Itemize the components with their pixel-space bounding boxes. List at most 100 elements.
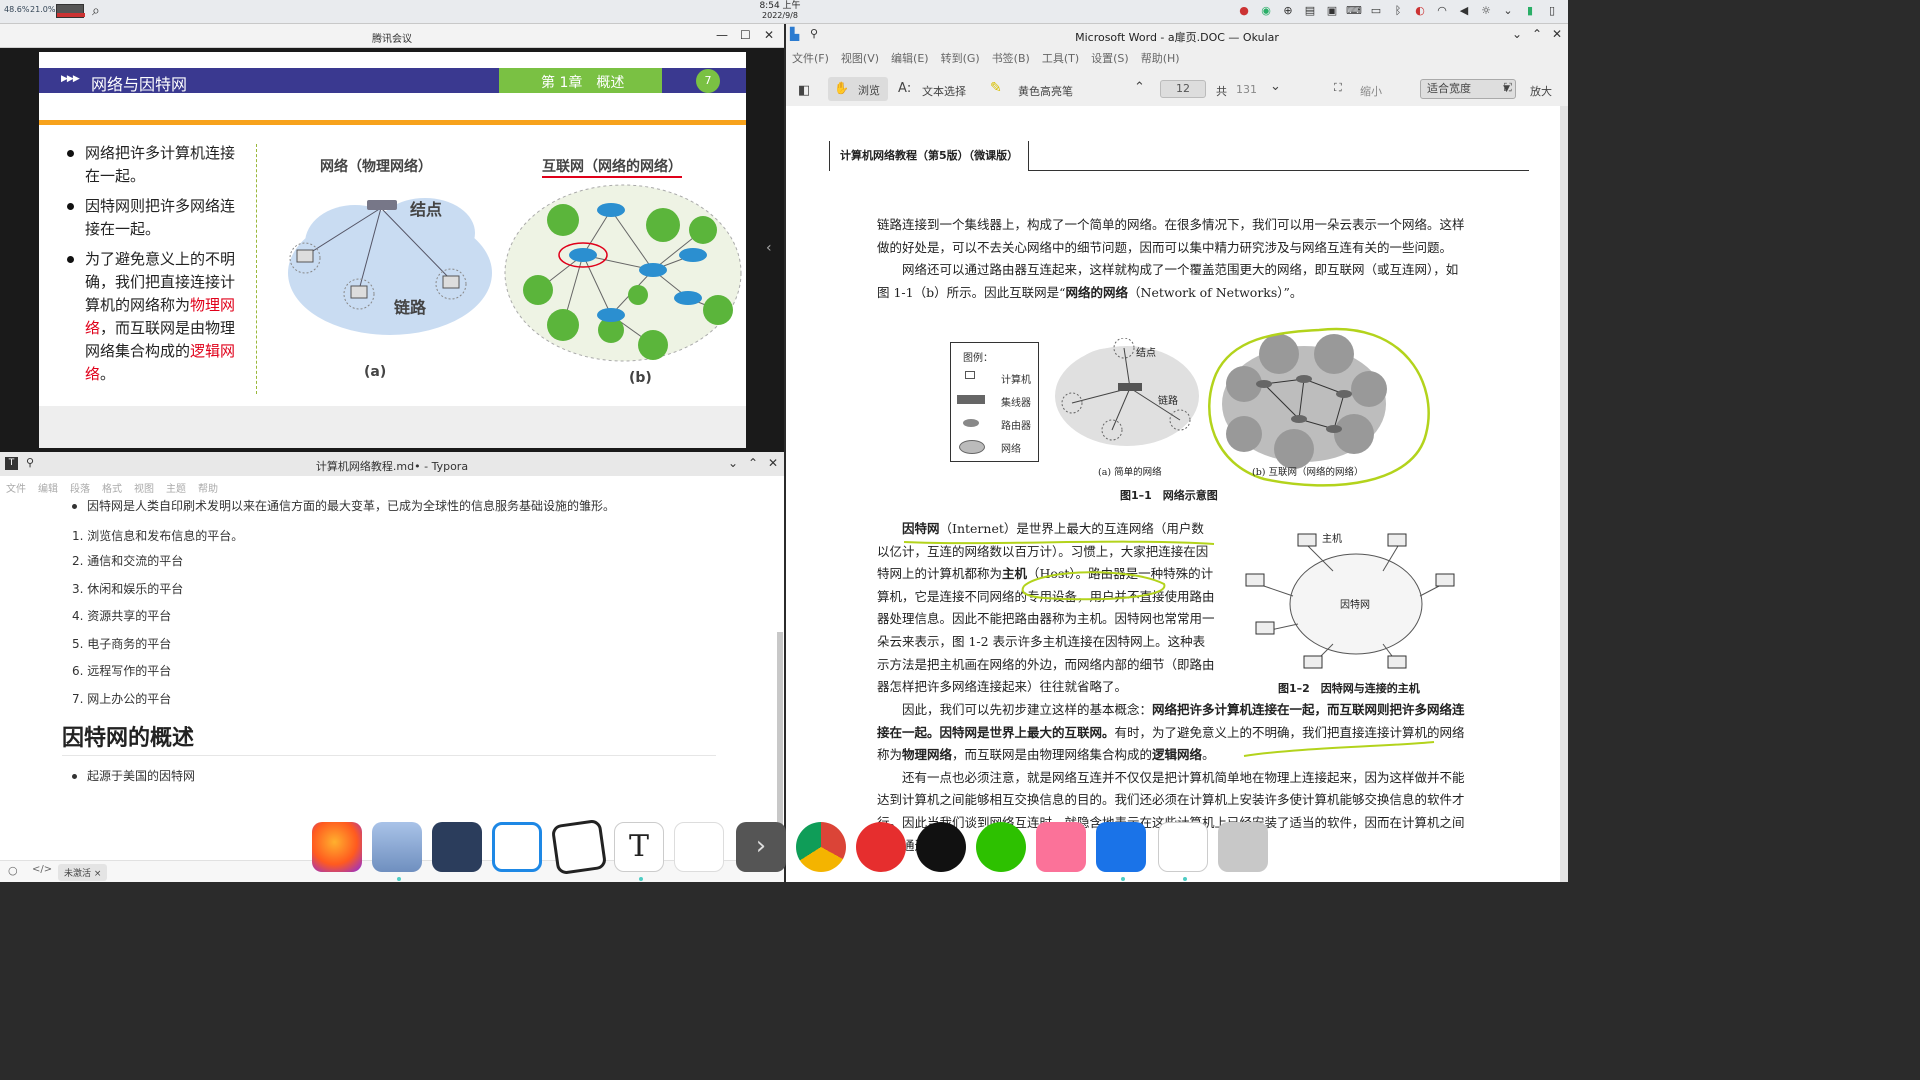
menu-file[interactable]: 文件(F) <box>792 50 829 66</box>
highlighter-icon[interactable]: ✎ <box>990 80 1002 96</box>
zoom-out-button[interactable]: 缩小 <box>1360 83 1382 99</box>
text-select-icon[interactable]: A꞉ <box>898 81 911 96</box>
typora-icon[interactable]: T <box>614 822 664 872</box>
maximize-icon[interactable]: ☐ <box>740 28 751 42</box>
system-monitor-graph <box>56 4 85 18</box>
zoom-in-button[interactable]: 放大 <box>1530 83 1552 99</box>
paragraph: 链路连接到一个集线器上，构成了一个简单的网络。在很多情况下，我们可以用一朵云表示… <box>877 217 1465 255</box>
chevron-up-icon[interactable]: ⌃ <box>1532 27 1542 41</box>
menu-help[interactable]: 帮助(H) <box>1141 50 1180 66</box>
menu-settings[interactable]: 设置(S) <box>1091 50 1129 66</box>
minimize-icon[interactable]: — <box>716 28 728 42</box>
notes-tray-icon[interactable]: ▣ <box>1324 2 1340 18</box>
zoom-select[interactable]: 适合宽度 ▼ <box>1420 79 1516 99</box>
files-icon[interactable] <box>372 822 422 872</box>
slide-bullets: 网络把许多计算机连接在一起。 因特网则把许多网络连接在一起。 为了避免意义上的不… <box>65 142 240 393</box>
trash-icon[interactable] <box>1218 822 1268 872</box>
bilibili-icon[interactable] <box>1036 822 1086 872</box>
tencent-meeting-icon[interactable] <box>1096 822 1146 872</box>
more-icon[interactable]: › <box>736 822 786 872</box>
slide-chapter: 第 1章 概述 <box>499 68 662 93</box>
status-badge[interactable]: 未激活 × <box>58 864 108 881</box>
clipboard-icon[interactable]: ▤ <box>1302 2 1318 18</box>
mic-icon[interactable]: ◐ <box>1412 2 1428 18</box>
section-heading: 因特网的概述 <box>62 720 716 756</box>
menu-edit[interactable]: 编辑 <box>38 480 58 495</box>
running-indicator <box>1183 877 1187 881</box>
app-tray-icon[interactable]: ● <box>1236 2 1252 18</box>
page-number-input[interactable]: 12 <box>1160 80 1206 98</box>
top-panel: 48.6% 21.0% ⌕ 8:54 上午 2022/9/8 ● ◉ ⊕ ▤ ▣… <box>0 0 1568 24</box>
fig-a-node-label: 结点 <box>410 200 443 219</box>
notes-icon[interactable] <box>550 818 608 876</box>
menu-bookmarks[interactable]: 书签(B) <box>992 50 1030 66</box>
menu-go[interactable]: 转到(G) <box>941 50 980 66</box>
chevron-down-icon[interactable]: ⌄ <box>1270 79 1281 94</box>
okular-scrollbar[interactable] <box>1560 106 1568 882</box>
clock[interactable]: 8:54 上午 2022/9/8 <box>740 1 820 21</box>
fit-width-icon[interactable]: ⛶ <box>1504 81 1512 95</box>
close-icon[interactable]: ✕ <box>1552 27 1562 41</box>
list-item: 2. 通信和交流的平台 <box>72 554 184 568</box>
typora-editor[interactable]: 因特网是人类自印刷术发明以来在通信方面的最大变革，已成为全球性的信息服务基础设施… <box>62 496 762 794</box>
netease-music-icon[interactable] <box>856 822 906 872</box>
menu-paragraph[interactable]: 段落 <box>70 480 90 495</box>
menu-view[interactable]: 视图(V) <box>841 50 879 66</box>
okular-title: Microsoft Word - a扉页.DOC — Okular <box>1075 31 1279 44</box>
chrome-icon[interactable] <box>796 822 846 872</box>
keyboard-icon[interactable]: ⌨ <box>1346 2 1362 18</box>
slide-title: 网络与因特网 <box>91 75 188 94</box>
chevron-up-icon[interactable]: ⌃ <box>1134 80 1145 95</box>
close-icon[interactable]: ✕ <box>764 28 774 42</box>
browse-tool-button[interactable]: ✋ 浏览 <box>828 77 888 101</box>
menu-tools[interactable]: 工具(T) <box>1042 50 1079 66</box>
fit-page-icon[interactable]: ⛶ <box>1334 81 1342 95</box>
book-header: 计算机网络教程（第5版）（微课版） <box>829 141 1529 171</box>
firefox-icon[interactable] <box>312 822 362 872</box>
wechat-tray-icon[interactable]: ◉ <box>1258 2 1274 18</box>
list-text: 通信和交流的平台 <box>87 554 184 568</box>
text-select-button[interactable]: 文本选择 <box>922 83 966 99</box>
chevron-down-icon[interactable]: ⌄ <box>1512 27 1522 41</box>
wifi-icon[interactable]: ◠ <box>1434 2 1450 18</box>
menu-edit[interactable]: 编辑(E) <box>891 50 929 66</box>
update-icon[interactable]: ⊕ <box>1280 2 1296 18</box>
close-icon[interactable]: ✕ <box>768 456 778 470</box>
menu-file[interactable]: 文件 <box>6 480 26 495</box>
cat-app-icon[interactable] <box>432 822 482 872</box>
source-code-icon[interactable]: </> <box>32 864 52 875</box>
highlight-button[interactable]: 黄色高亮笔 <box>1018 83 1073 99</box>
slide-separator <box>256 144 257 394</box>
vscode-icon[interactable] <box>492 822 542 872</box>
search-icon[interactable]: ⌕ <box>92 3 100 19</box>
collapse-sidebar-icon[interactable]: ‹ <box>766 240 772 256</box>
sidebar-toggle-icon[interactable]: ◧ <box>798 83 810 98</box>
dock-app-icon[interactable]: ▮ <box>1522 2 1538 18</box>
menu-format[interactable]: 格式 <box>102 480 122 495</box>
page-text: 链路连接到一个集线器上，构成了一个简单的网络。在很多情况下，我们可以用一朵云表示… <box>877 214 1467 304</box>
volume-icon[interactable]: ◀ <box>1456 2 1472 18</box>
chevron-down-icon[interactable]: ⌄ <box>728 456 738 470</box>
photos-icon[interactable] <box>674 822 724 872</box>
bullet-text: 。 <box>100 365 116 383</box>
outline-toggle-icon[interactable]: ○ <box>8 864 18 877</box>
bullet-text: 因特网是人类自印刷术发明以来在通信方面的最大变革，已成为全球性的信息服务基础设施… <box>87 499 616 513</box>
wechat-icon[interactable] <box>976 822 1026 872</box>
menu-view[interactable]: 视图 <box>134 480 154 495</box>
bluetooth-icon[interactable]: ᛒ <box>1390 2 1406 18</box>
notification-icon[interactable]: ▯ <box>1544 2 1560 18</box>
menu-theme[interactable]: 主题 <box>166 480 186 495</box>
document-page[interactable]: 计算机网络教程（第5版）（微课版） 链路连接到一个集线器上，构成了一个简单的网络… <box>786 106 1560 882</box>
menu-help[interactable]: 帮助 <box>198 480 218 495</box>
chevron-up-icon[interactable]: ⌃ <box>748 456 758 470</box>
brightness-icon[interactable]: ☼ <box>1478 2 1494 18</box>
computer-icon <box>296 249 314 263</box>
okular-icon[interactable] <box>1158 822 1208 872</box>
chevron-down-icon[interactable]: ⌄ <box>1500 2 1516 18</box>
battery-icon[interactable]: ▭ <box>1368 2 1384 18</box>
qq-icon[interactable] <box>916 822 966 872</box>
list-item: 7. 网上办公的平台 <box>72 691 172 706</box>
list-item: 因特网是人类自印刷术发明以来在通信方面的最大变革，已成为全球性的信息服务基础设施… <box>62 496 762 524</box>
list-text: 休闲和娱乐的平台 <box>87 581 184 596</box>
list-item: 5. 电子商务的平台 <box>72 636 172 651</box>
